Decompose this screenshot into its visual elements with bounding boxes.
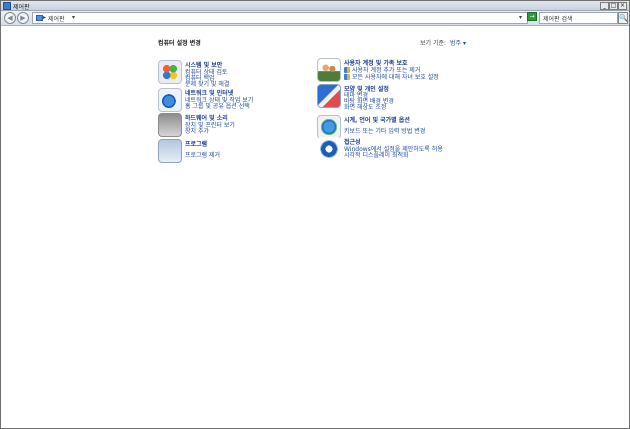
category-user-accounts: 사용자 계정 및 가족 보호 사용자 계정 추가 또는 제거 모든 사용자에 대…	[317, 58, 497, 84]
address-history-dropdown-icon[interactable]: ▾	[519, 14, 522, 21]
control-panel-window: 제어판 _ □ × ◀ ▶ ▸ 제어판 ▾ ▾ → 제어판 검색 🔍 컴퓨터 설…	[0, 0, 630, 429]
category-title[interactable]: 시계, 언어 및 국가별 옵션	[344, 115, 410, 124]
category-link-text[interactable]: 모든 사용자에 대해 자녀 보호 설정	[352, 74, 439, 81]
breadcrumb-arrow-icon[interactable]: ▸	[43, 14, 46, 21]
back-button[interactable]: ◀	[4, 12, 16, 24]
close-button[interactable]: ×	[618, 2, 627, 10]
forward-button[interactable]: ▶	[17, 12, 29, 24]
category-system-security: 시스템 및 보안 컴퓨터 상태 검토 컴퓨터 백업 문제 찾기 및 해결	[158, 60, 338, 90]
category-network-internet: 네트워크 및 인터넷 네트워크 상태 및 작업 보기 홈 그룹 및 공유 옵션 …	[158, 88, 338, 114]
category-link[interactable]: 화면 해상도 조정	[344, 102, 386, 111]
uac-shield-icon	[344, 74, 350, 80]
category-link[interactable]: 키보드 또는 기타 입력 방법 변경	[344, 126, 425, 135]
network-internet-icon[interactable]	[158, 88, 182, 112]
category-programs: 프로그램 프로그램 제거	[158, 139, 338, 165]
category-link[interactable]: 장치 추가	[185, 126, 209, 135]
view-by: 보기 기준: 범주 ▾	[420, 38, 466, 47]
window-title: 제어판	[13, 4, 30, 11]
search-input[interactable]: 제어판 검색	[543, 14, 573, 23]
clock-language-icon[interactable]	[317, 115, 341, 139]
control-panel-content: 컴퓨터 설정 변경 보기 기준: 범주 ▾ 시스템 및 보안 컴퓨터 상태 검토 …	[1, 27, 629, 428]
category-hardware-sound: 하드웨어 및 소리 장치 및 프린터 보기 장치 추가	[158, 113, 338, 139]
category-ease-of-access: 접근성 Windows에서 설정을 제안하도록 허용 시각적 디스플레이 최적화	[317, 137, 497, 163]
hardware-sound-icon[interactable]	[158, 113, 182, 137]
maximize-button[interactable]: □	[609, 2, 618, 10]
category-link[interactable]: 프로그램 제거	[185, 150, 220, 159]
category-clock-language: 시계, 언어 및 국가별 옵션 키보드 또는 기타 입력 방법 변경	[317, 115, 497, 139]
navigation-toolbar: ◀ ▶ ▸ 제어판 ▾ ▾ → 제어판 검색 🔍	[1, 11, 629, 26]
go-button[interactable]: →	[527, 12, 537, 21]
page-title: 컴퓨터 설정 변경	[158, 40, 201, 47]
control-panel-icon	[3, 2, 11, 10]
category-title[interactable]: 프로그램	[185, 139, 207, 148]
category-link[interactable]: 문제 찾기 및 해결	[185, 79, 229, 88]
category-link[interactable]: 홈 그룹 및 공유 옵션 선택	[185, 101, 250, 110]
control-panel-small-icon	[36, 15, 43, 21]
programs-icon[interactable]	[158, 139, 182, 163]
category-appearance: 모양 및 개인 설정 테마 변경 바탕 화면 배경 변경 화면 해상도 조정	[317, 84, 497, 112]
minimize-button[interactable]: _	[600, 2, 609, 10]
category-link[interactable]: 시각적 디스플레이 최적화	[344, 150, 409, 159]
ease-of-access-icon[interactable]	[317, 137, 341, 161]
address-bar[interactable]: ▸ 제어판 ▾ ▾	[32, 12, 528, 24]
search-icon[interactable]: 🔍	[618, 12, 628, 24]
title-bar: 제어판 _ □ ×	[1, 1, 629, 11]
user-accounts-icon[interactable]	[317, 58, 341, 82]
system-security-icon[interactable]	[158, 60, 182, 84]
category-link[interactable]: 모든 사용자에 대해 자녀 보호 설정	[344, 72, 439, 81]
breadcrumb-dropdown-icon[interactable]: ▾	[72, 14, 75, 21]
view-by-dropdown[interactable]: 범주 ▾	[450, 40, 466, 47]
address-text[interactable]: 제어판	[48, 14, 65, 23]
appearance-icon[interactable]	[317, 84, 341, 108]
view-by-label: 보기 기준:	[420, 40, 447, 47]
search-box[interactable]: 제어판 검색	[539, 12, 618, 24]
